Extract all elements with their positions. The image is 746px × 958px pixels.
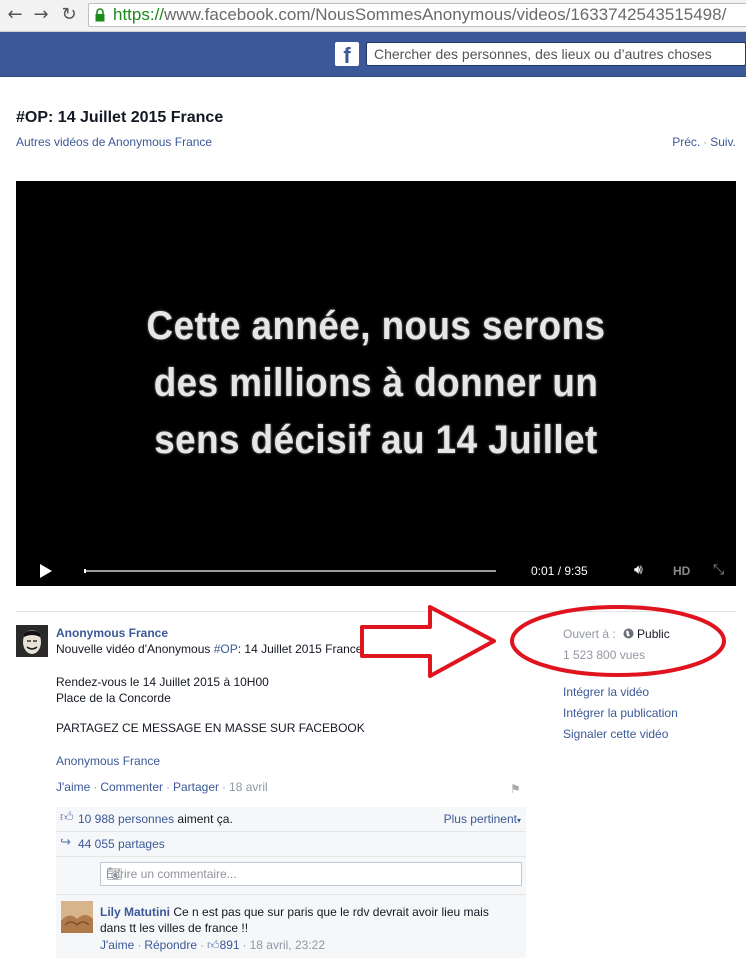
red-arrow-annotation — [360, 605, 496, 678]
shares-row: ↪ 44 055 partages — [56, 832, 526, 857]
likes-link[interactable]: 10 988 personnes — [78, 812, 174, 826]
red-circle-annotation — [510, 605, 726, 677]
post-actions: J'aime · Commenter · Partager · 18 avril — [56, 780, 268, 794]
separator-dot: · — [703, 135, 708, 149]
page-title: #OP: 14 Juillet 2015 France — [16, 109, 224, 126]
volume-icon[interactable]: 🔊︎ — [634, 562, 643, 578]
video-player[interactable]: Cette année, nous serons des millions à … — [16, 181, 736, 586]
thumbs-up-icon: 👍︎ — [60, 810, 74, 825]
embed-post-link[interactable]: Intégrer la publication — [563, 706, 678, 720]
lock-icon — [95, 8, 105, 22]
divider — [56, 894, 526, 895]
privacy-info: Ouvert à : Public — [563, 627, 670, 641]
sort-label: Plus pertinent — [443, 812, 517, 826]
like-link[interactable]: J'aime — [56, 780, 90, 794]
video-controls: 0:01 / 9:35 🔊︎ HD ⤡ — [16, 556, 736, 586]
hashtag-link[interactable]: #OP — [214, 642, 238, 656]
hd-button[interactable]: HD — [673, 564, 690, 578]
desc-text: Nouvelle vidéo d'Anonymous — [56, 642, 214, 656]
likes-row: 👍︎ 10 988 personnes aiment ça. Plus pert… — [56, 807, 526, 832]
comment-link[interactable]: Commenter — [100, 780, 163, 794]
thumbs-up-icon: 👍︎ — [207, 938, 220, 952]
fullscreen-icon[interactable]: ⤡ — [713, 562, 724, 578]
sort-dropdown[interactable]: Plus pertinent▾ — [444, 812, 521, 826]
comment-avatar[interactable] — [61, 901, 93, 933]
public-label[interactable]: Public — [637, 627, 670, 641]
signature-link[interactable]: Anonymous France — [56, 754, 160, 768]
time-display: 0:01 / 9:35 — [531, 564, 588, 578]
post-line: PARTAGEZ CE MESSAGE EN MASSE SUR FACEBOO… — [56, 721, 365, 735]
progress-bar[interactable] — [84, 569, 496, 573]
post-line: Place de la Concorde — [56, 691, 171, 705]
caption-line: sens décisif au 14 Juillet — [154, 418, 598, 462]
comment-actions: J'aime · Répondre · 👍︎891 · 18 avril, 23:22 — [100, 938, 325, 952]
comment-body: Lily Matutini Ce n est pas que sur paris… — [100, 904, 510, 936]
next-link[interactable]: Suiv. — [710, 135, 736, 149]
facebook-top-bar: f Chercher des personnes, des lieux ou d… — [0, 32, 746, 77]
avatar[interactable] — [16, 625, 48, 657]
privacy-label: Ouvert à : — [563, 627, 616, 641]
prev-next-nav: Préc. · Suiv. — [672, 135, 736, 149]
comment-author[interactable]: Lily Matutini — [100, 905, 170, 919]
embed-video-link[interactable]: Intégrer la vidéo — [563, 685, 649, 699]
back-arrow-icon[interactable]: ← — [4, 4, 26, 26]
comment-like-link[interactable]: J'aime — [100, 938, 134, 952]
divider — [16, 611, 736, 612]
url-text: https://www.facebook.com/NousSommesAnony… — [113, 5, 727, 24]
post-body: Rendez-vous le 14 Juillet 2015 à 10H00 P… — [56, 674, 269, 706]
hands-avatar-icon — [61, 901, 93, 933]
reload-icon[interactable]: ↻ — [58, 4, 80, 26]
comment-date[interactable]: 18 avril, 23:22 — [250, 938, 325, 952]
more-videos-link[interactable]: Autres vidéos de Anonymous France — [16, 135, 212, 149]
progress-fill — [84, 569, 87, 573]
search-placeholder: Chercher des personnes, des lieux ou d’a… — [374, 46, 712, 62]
comment-like-count[interactable]: 891 — [220, 938, 240, 952]
post-author[interactable]: Anonymous France — [56, 626, 168, 640]
caret-down-icon: ▾ — [516, 816, 521, 825]
desc-text: : 14 Juillet 2015 France — [237, 642, 363, 656]
search-input[interactable]: Chercher des personnes, des lieux ou d’a… — [366, 42, 746, 66]
facebook-logo-icon[interactable]: f — [335, 42, 359, 68]
caption-line: des millions à donner un — [153, 361, 599, 405]
shares-link[interactable]: 44 055 partages — [78, 837, 165, 851]
video-caption: Cette année, nous serons des millions à … — [45, 298, 707, 469]
play-icon[interactable] — [40, 564, 52, 578]
share-arrow-icon: ↪ — [60, 835, 71, 850]
mask-avatar-icon — [16, 625, 48, 657]
likes-suffix: aiment ça. — [174, 812, 233, 826]
flag-icon[interactable]: ⚑ — [510, 782, 521, 796]
feedback-panel: 👍︎ 10 988 personnes aiment ça. Plus pert… — [56, 807, 526, 958]
view-count: 1 523 800 vues — [563, 648, 646, 662]
post-date[interactable]: 18 avril — [229, 780, 268, 794]
share-link[interactable]: Partager — [173, 780, 219, 794]
post-line: Rendez-vous le 14 Juillet 2015 à 10H00 — [56, 675, 269, 689]
prev-link[interactable]: Préc. — [672, 135, 700, 149]
globe-icon — [623, 628, 634, 639]
report-video-link[interactable]: Signaler cette vidéo — [563, 727, 668, 741]
post-description: Nouvelle vidéo d'Anonymous #OP: 14 Juill… — [56, 642, 362, 656]
forward-arrow-icon[interactable]: → — [30, 4, 52, 26]
address-bar[interactable]: https://www.facebook.com/NousSommesAnony… — [88, 3, 746, 27]
caption-line: Cette année, nous serons — [146, 304, 606, 348]
comment-input[interactable]: Écrire un commentaire... 📷︎ — [100, 862, 522, 886]
reply-link[interactable]: Répondre — [144, 938, 197, 952]
camera-icon[interactable]: 📷︎ — [106, 867, 515, 882]
browser-toolbar: ← → ↻ https://www.facebook.com/NousSomme… — [0, 0, 746, 32]
